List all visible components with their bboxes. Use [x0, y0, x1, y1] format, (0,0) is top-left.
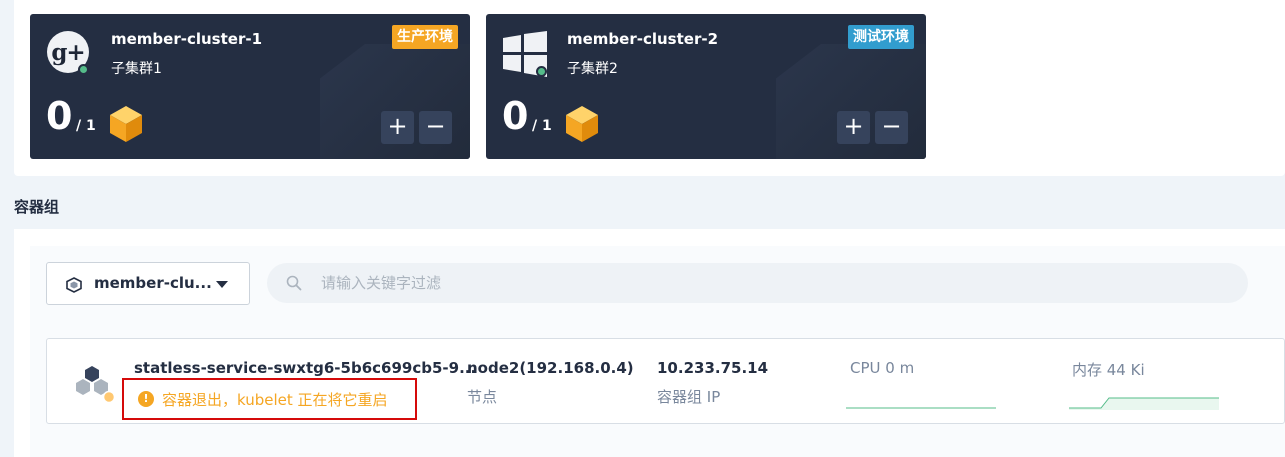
memory-usage: 内存 44 Ki	[1072, 361, 1145, 379]
cluster-alias: 子集群2	[567, 61, 618, 77]
cluster-name[interactable]: member-cluster-1	[111, 30, 262, 48]
pod-ip-label: 容器组 IP	[657, 388, 721, 406]
pod-icon	[76, 366, 116, 404]
google-plus-icon: g+	[47, 31, 91, 75]
windows-icon	[503, 31, 547, 77]
pod-name[interactable]: statless-service-swxtg6-5b6c699cb5-9...	[134, 359, 476, 377]
cluster-card-1[interactable]: g+ member-cluster-1 子集群1 生产环境 0 / 1 + −	[30, 14, 470, 159]
cluster-select[interactable]: member-clu...	[46, 262, 250, 305]
pod-warning: ! 容器退出，kubelet 正在将它重启	[122, 378, 417, 420]
memory-sparkline	[1069, 397, 1219, 410]
remove-replica-button[interactable]: −	[419, 111, 452, 144]
env-tag: 生产环境	[392, 25, 458, 49]
chevron-down-icon	[216, 281, 228, 288]
add-replica-button[interactable]: +	[837, 111, 870, 144]
status-dot	[536, 66, 547, 77]
status-dot	[78, 64, 89, 75]
cluster-card-2[interactable]: member-cluster-2 子集群2 测试环境 0 / 1 + −	[486, 14, 926, 159]
remove-replica-button[interactable]: −	[875, 111, 908, 144]
section-title: 容器组	[14, 198, 60, 216]
cube-icon	[110, 106, 142, 142]
search-bar[interactable]	[267, 263, 1248, 303]
env-tag: 测试环境	[848, 25, 914, 49]
replica-total: / 1	[76, 118, 96, 134]
cluster-icon	[66, 277, 82, 293]
replica-count: 0	[46, 94, 73, 138]
cluster-name[interactable]: member-cluster-2	[567, 30, 718, 48]
replica-count: 0	[502, 94, 529, 138]
warning-text: 容器退出，kubelet 正在将它重启	[162, 391, 388, 409]
cube-icon	[566, 106, 598, 142]
search-icon	[286, 275, 302, 291]
cpu-sparkline	[846, 407, 996, 409]
info-icon: !	[138, 391, 154, 407]
node-value: node2(192.168.0.4)	[467, 359, 634, 377]
pod-ip-value: 10.233.75.14	[657, 359, 769, 377]
cpu-usage: CPU 0 m	[850, 359, 915, 377]
cluster-select-value: member-clu...	[94, 274, 212, 292]
replica-total: / 1	[532, 118, 552, 134]
cluster-alias: 子集群1	[111, 61, 162, 77]
add-replica-button[interactable]: +	[381, 111, 414, 144]
search-input[interactable]	[321, 263, 1221, 303]
node-label: 节点	[467, 388, 498, 406]
